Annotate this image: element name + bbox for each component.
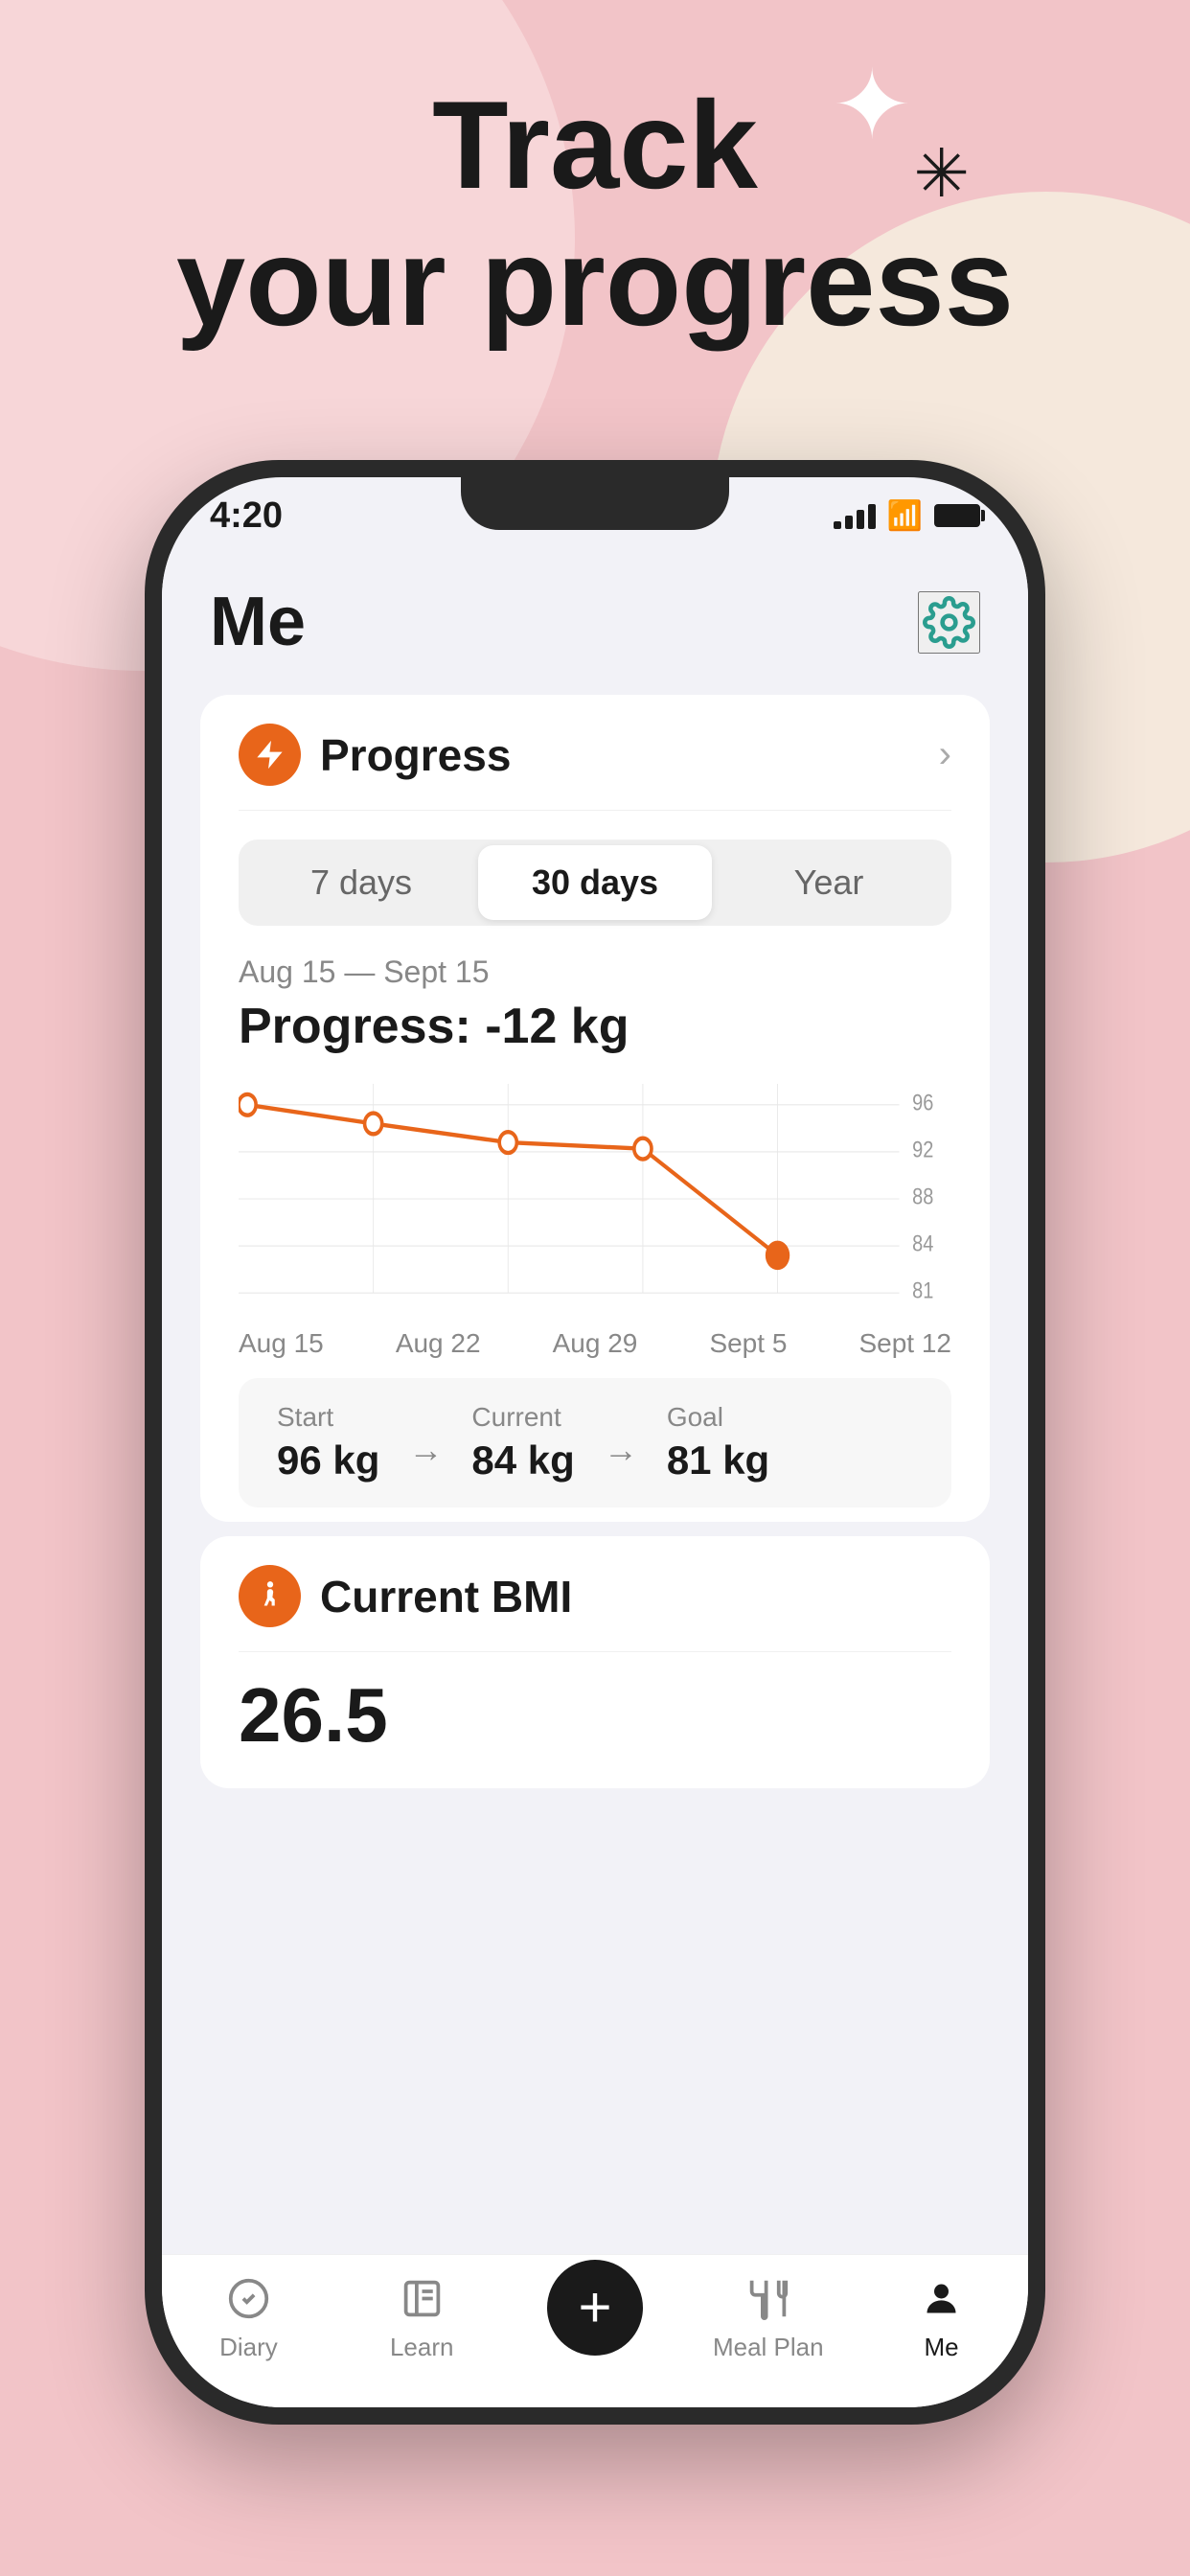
svg-text:88: 88 [912,1184,933,1209]
chart-point-0 [239,1094,256,1116]
page-title: Me [210,583,306,661]
bmi-value: 26.5 [200,1652,990,1788]
svg-text:81: 81 [912,1277,933,1303]
person-walking-icon [252,1578,288,1615]
x-label-0: Aug 15 [239,1328,324,1359]
bottom-navigation: Diary Learn [162,2254,1028,2407]
nav-label-meal-plan: Meal Plan [713,2333,824,2362]
progress-card-header: Progress › [200,695,990,810]
bmi-card-title: Current BMI [320,1571,572,1622]
card-divider [239,810,951,811]
stat-start-label: Start [277,1402,379,1433]
nav-item-diary[interactable]: Diary [162,2272,335,2362]
learn-icon [396,2272,448,2325]
nav-item-add[interactable]: + [509,2279,682,2356]
nav-label-learn: Learn [390,2333,454,2362]
chart-svg: 96 92 88 84 81 [239,1084,951,1314]
nav-item-learn[interactable]: Learn [335,2272,509,2362]
bmi-card: Current BMI 26.5 [200,1536,990,1788]
fork-knife-icon [746,2277,790,2320]
stat-goal-value: 81 kg [667,1438,769,1484]
nav-item-me[interactable]: Me [855,2272,1028,2362]
tab-30days[interactable]: 30 days [478,845,712,920]
progress-chevron-icon[interactable]: › [939,733,951,776]
stat-current: Current 84 kg [471,1402,574,1484]
hero-section: Track your progress [0,77,1190,351]
status-time: 4:20 [210,495,283,537]
svg-text:84: 84 [912,1230,933,1256]
settings-button[interactable] [918,591,980,654]
gear-icon [923,596,975,649]
x-label-4: Sept 12 [858,1328,951,1359]
phone-inner: 4:20 📶 Me [162,477,1028,2407]
stat-goal-label: Goal [667,1402,769,1433]
stat-current-value: 84 kg [471,1438,574,1484]
status-icons: 📶 [834,499,980,533]
svg-text:96: 96 [912,1090,933,1116]
app-header: Me [162,554,1028,680]
chart-point-2 [499,1132,516,1153]
progress-card: Progress › 7 days 30 days Year Aug 15 — … [200,695,990,1522]
bmi-icon [239,1565,301,1627]
bmi-card-header: Current BMI [200,1536,990,1651]
hero-title: Track your progress [0,77,1190,351]
bmi-card-header-left: Current BMI [239,1565,572,1627]
diary-icon [222,2272,275,2325]
x-label-3: Sept 5 [709,1328,787,1359]
phone-outer: 4:20 📶 Me [145,460,1045,2425]
chart-point-3 [634,1138,652,1160]
stat-start-value: 96 kg [277,1438,379,1484]
wifi-icon: 📶 [887,499,923,533]
check-circle-icon [227,2277,270,2320]
stat-current-label: Current [471,1402,574,1433]
chart-point-1 [365,1114,382,1135]
app-content: Me [162,554,1028,2407]
x-label-2: Aug 29 [553,1328,638,1359]
period-tabs: 7 days 30 days Year [239,840,951,926]
stats-row: Start 96 kg → Current 84 kg → Goal 81 kg [239,1378,951,1507]
progress-card-header-left: Progress [239,724,511,786]
date-range: Aug 15 — Sept 15 [200,954,990,990]
person-icon [920,2277,963,2320]
svg-text:92: 92 [912,1137,933,1162]
phone-mockup: 4:20 📶 Me [145,460,1045,2425]
nav-item-meal-plan[interactable]: Meal Plan [681,2272,855,2362]
stat-goal: Goal 81 kg [667,1402,769,1484]
chart-x-labels: Aug 15 Aug 22 Aug 29 Sept 5 Sept 12 [200,1323,990,1364]
book-icon [400,2277,444,2320]
nav-label-me: Me [925,2333,959,2362]
battery-icon [934,504,980,527]
plus-icon: + [578,2279,611,2336]
add-button[interactable]: + [547,2260,643,2356]
chart-point-4 [766,1241,790,1271]
signal-icon [834,502,876,529]
lightning-icon [253,738,286,771]
stat-start: Start 96 kg [277,1402,379,1484]
arrow-current-icon: → [594,1430,648,1470]
meal-plan-icon [742,2272,794,2325]
progress-value-label: Progress: -12 kg [200,998,990,1055]
x-label-1: Aug 22 [396,1328,481,1359]
arrow-start-icon: → [399,1430,452,1470]
weight-chart: 96 92 88 84 81 [200,1074,990,1323]
progress-icon [239,724,301,786]
phone-notch [461,477,729,530]
tab-year[interactable]: Year [712,845,946,920]
me-icon [915,2272,968,2325]
tab-7days[interactable]: 7 days [244,845,478,920]
nav-label-diary: Diary [219,2333,278,2362]
progress-card-title: Progress [320,729,511,781]
